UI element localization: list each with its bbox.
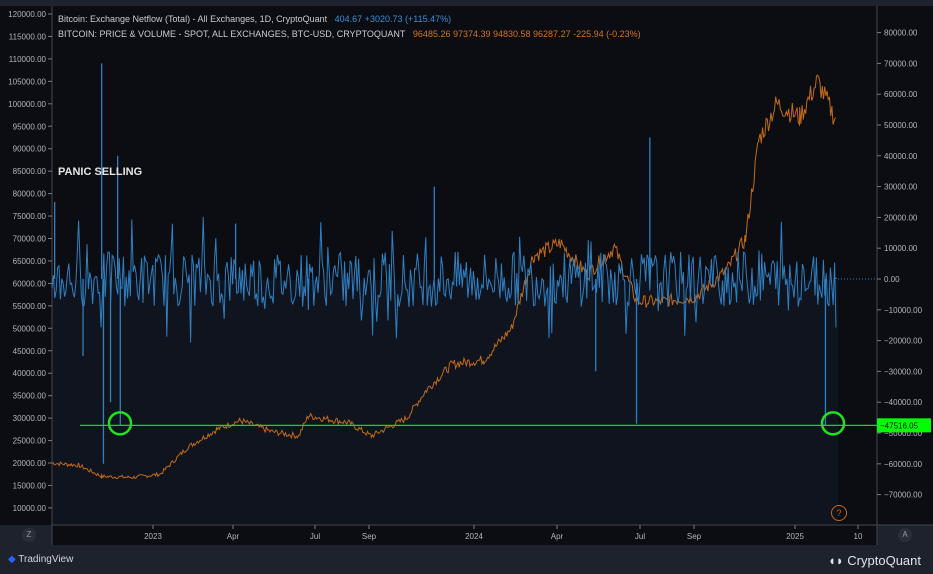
- left-axis-tick: 20000.00: [13, 459, 47, 468]
- left-axis-tick: 10000.00: [13, 504, 47, 513]
- left-axis-tick: 60000.00: [13, 279, 47, 288]
- right-axis-tick: 80000.00: [884, 29, 918, 38]
- right-axis-tick: 30000.00: [884, 183, 918, 192]
- right-axis-tick: −20000.00: [884, 337, 923, 346]
- left-axis-tick: 15000.00: [13, 481, 47, 490]
- left-axis-tick: 115000.00: [9, 32, 47, 41]
- left-axis-tick: 35000.00: [13, 392, 47, 401]
- left-axis-tick: 100000.00: [8, 100, 46, 109]
- right-axis-tick: −10000.00: [884, 306, 923, 315]
- left-axis-tick: 30000.00: [13, 414, 47, 423]
- tradingview-icon: ◆: [8, 554, 19, 565]
- price-legend-values: 96485.26 97374.39 94830.58 96287.27 -225…: [412, 29, 641, 39]
- left-axis-tick: 45000.00: [13, 347, 47, 356]
- price-legend-title: BITCOIN: PRICE & VOLUME - SPOT, ALL EXCH…: [58, 29, 406, 39]
- right-axis-tick: −70000.00: [884, 491, 923, 500]
- left-axis-button[interactable]: Z: [22, 528, 36, 542]
- left-axis-tick: 25000.00: [13, 437, 47, 446]
- cryptoquant-logo: ◖◗ CryptoQuant: [827, 553, 921, 568]
- left-axis-tick: 120000.00: [8, 10, 46, 19]
- x-axis-tick: Sep: [687, 532, 702, 541]
- left-axis-tick: 40000.00: [13, 369, 47, 378]
- x-axis-tick: 2023: [144, 532, 162, 541]
- right-axis-tick: 70000.00: [884, 59, 918, 68]
- panic-selling-annotation: PANIC SELLING: [58, 166, 143, 178]
- left-axis-tick: 95000.00: [13, 122, 47, 131]
- right-axis-tick: 0.00: [884, 275, 900, 284]
- right-axis-tick: −60000.00: [884, 460, 923, 469]
- left-axis-tick: 80000.00: [13, 190, 47, 199]
- right-axis-tick: 50000.00: [884, 121, 918, 130]
- x-axis-tick: 2025: [786, 532, 804, 541]
- right-axis-tick: 60000.00: [884, 90, 918, 99]
- x-axis-tick: Apr: [551, 532, 564, 541]
- tradingview-logo[interactable]: ◆ TradingView: [8, 554, 73, 565]
- x-axis-tick: Apr: [227, 532, 240, 541]
- left-axis-tick: 90000.00: [13, 145, 47, 154]
- left-axis-tick: 75000.00: [13, 212, 47, 221]
- left-axis-tick: 105000.00: [8, 77, 46, 86]
- left-axis-tick: 50000.00: [13, 324, 47, 333]
- x-axis-tick: Jul: [310, 532, 320, 541]
- netflow-legend-values: 404.67 +3020.73 (+115.47%): [334, 14, 452, 24]
- support-value-text: −47516.05: [880, 421, 919, 430]
- x-axis-tick: Sep: [362, 532, 377, 541]
- right-axis-tick: 40000.00: [884, 152, 918, 161]
- x-axis-tick: 2024: [465, 532, 483, 541]
- help-button[interactable]: ?: [831, 505, 847, 521]
- chart-window: 120000.00 115000.00 110000.00 105000.00 1000…: [0, 0, 933, 574]
- auto-scale-button[interactable]: A: [898, 528, 912, 542]
- cryptoquant-icon: ◖◗: [827, 553, 848, 568]
- x-axis-tick: 10: [854, 532, 863, 541]
- chart-canvas[interactable]: 120000.00 115000.00 110000.00 105000.00 1000…: [0, 0, 933, 548]
- x-axis-tick: Jul: [635, 532, 645, 541]
- right-axis-tick: 10000.00: [884, 244, 918, 253]
- left-axis-tick: 55000.00: [13, 302, 47, 311]
- footer: ◆ TradingView ◖◗ CryptoQuant: [0, 548, 933, 574]
- right-axis-tick: 20000.00: [884, 213, 918, 222]
- left-axis-tick: 110000.00: [9, 55, 47, 64]
- left-axis-tick: 70000.00: [13, 235, 47, 244]
- netflow-legend-title: Bitcoin: Exchange Netflow (Total) - All …: [58, 14, 328, 24]
- right-axis-tick: −40000.00: [884, 398, 923, 407]
- left-axis-tick: 85000.00: [13, 167, 47, 176]
- left-axis-tick: 65000.00: [13, 257, 47, 266]
- right-axis-tick: −30000.00: [884, 367, 923, 376]
